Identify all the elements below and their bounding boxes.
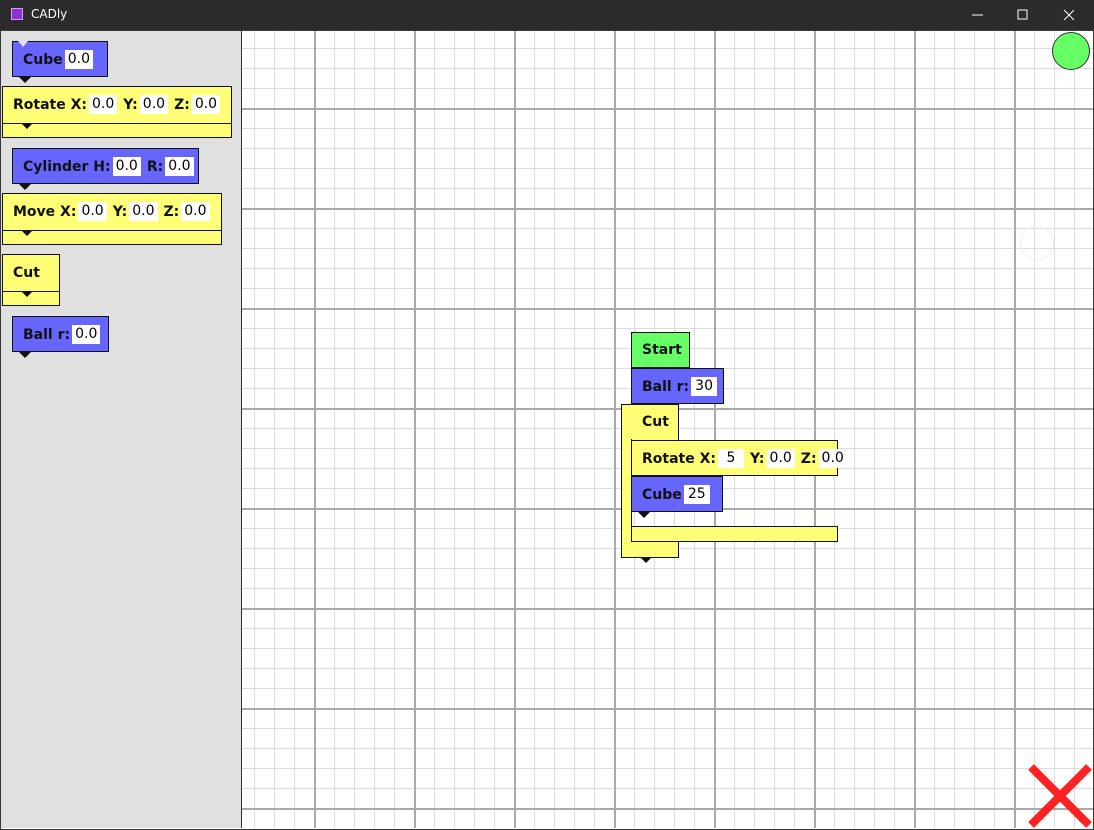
block-palette: Cube 0.0 Rotate X: 0.0 Y: 0.0 Z: 0.0 Cyl… (1, 31, 242, 828)
program-cube-block[interactable]: Cube 25 (631, 476, 723, 518)
connector-notch (640, 557, 652, 563)
program-cut-block[interactable]: Cut (621, 404, 679, 440)
connector-notch (19, 352, 31, 358)
run-button[interactable] (1052, 32, 1090, 70)
cube-size-field[interactable]: 0.0 (64, 50, 94, 69)
rotate-x-field[interactable]: 5 (718, 449, 744, 468)
window-title: CADly (31, 7, 68, 21)
palette-cylinder-block[interactable]: Cylinder H: 0.0 R: 0.0 (12, 148, 199, 190)
ball-label: Ball r: (642, 378, 690, 395)
palette-ball-block[interactable]: Ball r: 0.0 (12, 316, 109, 358)
ghost-circle (1020, 226, 1054, 260)
palette-rotate-block[interactable]: Rotate X: 0.0 Y: 0.0 Z: 0.0 (2, 86, 232, 138)
minimize-button[interactable] (955, 0, 1001, 30)
inner-notch (21, 123, 33, 129)
rotate-y-field[interactable]: 0.0 (139, 95, 169, 114)
cut-label: Cut (642, 414, 669, 430)
ball-label: Ball r: (23, 326, 71, 343)
cube-label: Cube (23, 51, 63, 68)
palette-cube-block[interactable]: Cube 0.0 (12, 41, 108, 83)
move-x-field[interactable]: 0.0 (78, 202, 107, 221)
close-button[interactable] (1046, 0, 1092, 30)
rotate-z-label: Z: (174, 96, 190, 113)
title-bar: CADly (0, 0, 1094, 30)
cut-label: Cut (13, 265, 40, 281)
rotate-x-label: Rotate X: (642, 450, 716, 467)
cylinder-r-field[interactable]: 0.0 (165, 157, 194, 176)
rotate-x-field[interactable]: 0.0 (89, 95, 118, 114)
move-y-field[interactable]: 0.0 (129, 202, 158, 221)
rotate-y-field[interactable]: 0.0 (766, 449, 795, 468)
rotate-z-label: Z: (800, 450, 817, 467)
maximize-icon (1017, 9, 1028, 20)
move-y-label: Y: (112, 203, 128, 220)
delete-icon[interactable] (1027, 763, 1093, 829)
connector-notch (19, 184, 31, 190)
inner-notch (21, 291, 33, 297)
move-x-label: Move X: (13, 203, 77, 220)
inner-notch (21, 230, 33, 236)
maximize-button[interactable] (1000, 0, 1046, 30)
palette-move-block[interactable]: Move X: 0.0 Y: 0.0 Z: 0.0 (2, 193, 222, 245)
rotate-y-label: Y: (123, 96, 138, 113)
app-icon (11, 8, 23, 20)
close-icon (1063, 9, 1075, 21)
cylinder-r-label: R: (146, 158, 164, 175)
rotate-z-field[interactable]: 0.0 (818, 449, 847, 468)
rotate-y-label: Y: (750, 450, 765, 467)
minimize-icon (972, 14, 983, 16)
rotate-x-label: Rotate X: (13, 96, 87, 113)
cube-label: Cube (642, 486, 682, 503)
cylinder-h-field[interactable]: 0.0 (112, 157, 141, 176)
program-ball-block[interactable]: Ball r: 30 (631, 368, 724, 410)
connector-notch (638, 512, 650, 518)
start-block[interactable]: Start (631, 332, 690, 368)
ball-radius-field[interactable]: 30 (691, 377, 718, 396)
cube-size-field[interactable]: 25 (683, 485, 710, 504)
palette-cut-block[interactable]: Cut (2, 254, 60, 306)
ball-radius-field[interactable]: 0.0 (72, 325, 101, 344)
cylinder-h-label: Cylinder H: (23, 158, 111, 175)
move-z-label: Z: (163, 203, 180, 220)
cut-block-arm (631, 526, 838, 542)
cut-block-bottom (621, 542, 679, 558)
connector-notch (19, 77, 31, 83)
program-rotate-block[interactable]: Rotate X: 5 Y: 0.0 Z: 0.0 (631, 440, 847, 476)
start-label: Start (642, 342, 682, 358)
move-z-field[interactable]: 0.0 (181, 202, 210, 221)
rotate-z-field[interactable]: 0.0 (191, 95, 221, 114)
